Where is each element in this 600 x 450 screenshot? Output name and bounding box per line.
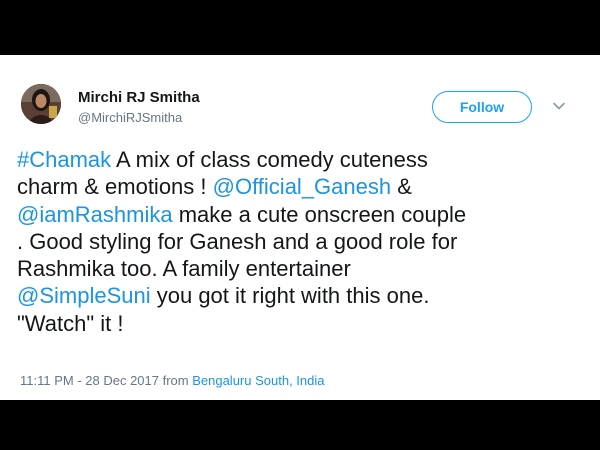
tweet-line-text: & (391, 174, 412, 200)
tweet-line: #Chamak A mix of class comedy cuteness (17, 146, 587, 173)
author-handle[interactable]: @MirchiRJSmitha (78, 109, 200, 126)
tweet-line: charm & emotions ! @Official_Ganesh & (17, 173, 587, 200)
location-link[interactable]: Bengaluru South, India (192, 373, 324, 388)
chevron-down-icon[interactable] (552, 99, 566, 113)
image-frame: Mirchi RJ Smitha @MirchiRJSmitha Follow … (0, 0, 600, 450)
tweet-line: . Good styling for Ganesh and a good rol… (17, 228, 587, 255)
tweet-line-text: . Good styling for Ganesh and a good rol… (17, 228, 458, 254)
tweet-line: @iamRashmika make a cute onscreen couple (17, 201, 587, 228)
tweet-line: Rashmika too. A family entertainer (17, 255, 587, 282)
timestamp[interactable]: 11:11 PM - 28 Dec 2017 from (20, 373, 192, 388)
tweet-line-text: Rashmika too. A family entertainer (17, 256, 351, 282)
mention-link[interactable]: @SimpleSuni (17, 283, 151, 308)
tweet-line-text: make a cute onscreen couple (172, 201, 467, 227)
tweet-card: Mirchi RJ Smitha @MirchiRJSmitha Follow … (0, 55, 600, 400)
tweet-line: "Watch" it ! (17, 310, 587, 337)
tweet-line-text: A mix of class comedy cuteness (111, 147, 428, 172)
follow-button[interactable]: Follow (432, 91, 532, 123)
mention-link[interactable]: @iamRashmika (17, 202, 173, 227)
author-name[interactable]: Mirchi RJ Smitha (78, 89, 200, 107)
author-block: Mirchi RJ Smitha @MirchiRJSmitha (78, 89, 200, 126)
tweet-line-text: you got it right with this one. (150, 283, 430, 309)
tweet-line-text: charm & emotions ! (17, 174, 213, 200)
tweet-line: @SimpleSuni you got it right with this o… (17, 282, 587, 309)
tweet-meta: 11:11 PM - 28 Dec 2017 from Bengaluru So… (20, 373, 325, 389)
hashtag-link[interactable]: #Chamak (17, 147, 111, 172)
avatar-photo-icon (21, 84, 61, 124)
avatar[interactable] (21, 84, 61, 124)
tweet-line-text: "Watch" it ! (17, 310, 124, 336)
mention-link[interactable]: @Official_Ganesh (213, 174, 391, 199)
tweet-text: #Chamak A mix of class comedy cuteness c… (17, 146, 587, 337)
